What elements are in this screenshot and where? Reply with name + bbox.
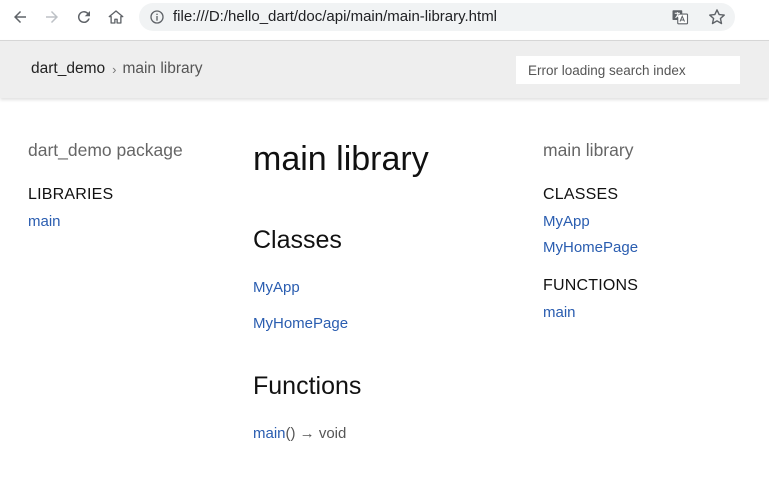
forward-button[interactable]: [40, 5, 64, 29]
sidebar-function-link-main[interactable]: main: [543, 304, 743, 321]
reload-button[interactable]: [72, 5, 96, 29]
classes-heading: Classes: [253, 226, 342, 254]
sidebar-class-link-myhomepage[interactable]: MyHomePage: [543, 239, 743, 256]
class-link-myhomepage[interactable]: MyHomePage: [253, 315, 523, 332]
url-text: file:///D:/hello_dart/doc/api/main/main-…: [173, 8, 498, 25]
left-sidebar: dart_demo package LIBRARIES main: [28, 140, 218, 230]
library-title: main library: [543, 140, 634, 160]
functions-section-heading: FUNCTIONS: [543, 277, 639, 294]
address-bar[interactable]: file:///D:/hello_dart/doc/api/main/main-…: [139, 3, 735, 31]
translate-icon[interactable]: [671, 8, 689, 26]
search-input[interactable]: Error loading search index: [516, 56, 740, 84]
bookmark-star-icon[interactable]: [707, 7, 727, 27]
classes-section-heading: CLASSES: [543, 186, 619, 203]
package-title: dart_demo package: [28, 140, 183, 160]
doc-header: dart_demo › main library Error loading s…: [0, 40, 769, 98]
back-button[interactable]: [8, 5, 32, 29]
arrow-right-icon: [46, 11, 58, 23]
right-sidebar: main library CLASSES MyApp MyHomePage FU…: [543, 140, 743, 321]
home-button[interactable]: [104, 5, 128, 29]
browser-toolbar: file:///D:/hello_dart/doc/api/main/main-…: [0, 0, 769, 35]
function-signature: main() → void: [253, 425, 523, 442]
functions-heading: Functions: [253, 372, 362, 400]
chevron-right-icon: ›: [112, 61, 117, 77]
main-content: main library Classes MyApp MyHomePage Fu…: [253, 140, 523, 442]
info-icon[interactable]: [149, 9, 165, 25]
page-title: main library: [253, 140, 429, 178]
home-icon: [108, 10, 124, 24]
function-link-main[interactable]: main: [253, 425, 286, 442]
breadcrumb-home-link[interactable]: dart_demo: [31, 60, 105, 78]
breadcrumb: dart_demo › main library: [31, 60, 203, 78]
breadcrumb-current: main library: [122, 60, 203, 77]
libraries-heading: LIBRARIES: [28, 186, 114, 203]
reload-icon: [77, 11, 90, 24]
library-link-main[interactable]: main: [28, 213, 218, 230]
class-link-myapp[interactable]: MyApp: [253, 279, 523, 296]
function-return-type: () → void: [285, 425, 347, 442]
sidebar-class-link-myapp[interactable]: MyApp: [543, 213, 743, 230]
arrow-left-icon: [14, 11, 26, 23]
